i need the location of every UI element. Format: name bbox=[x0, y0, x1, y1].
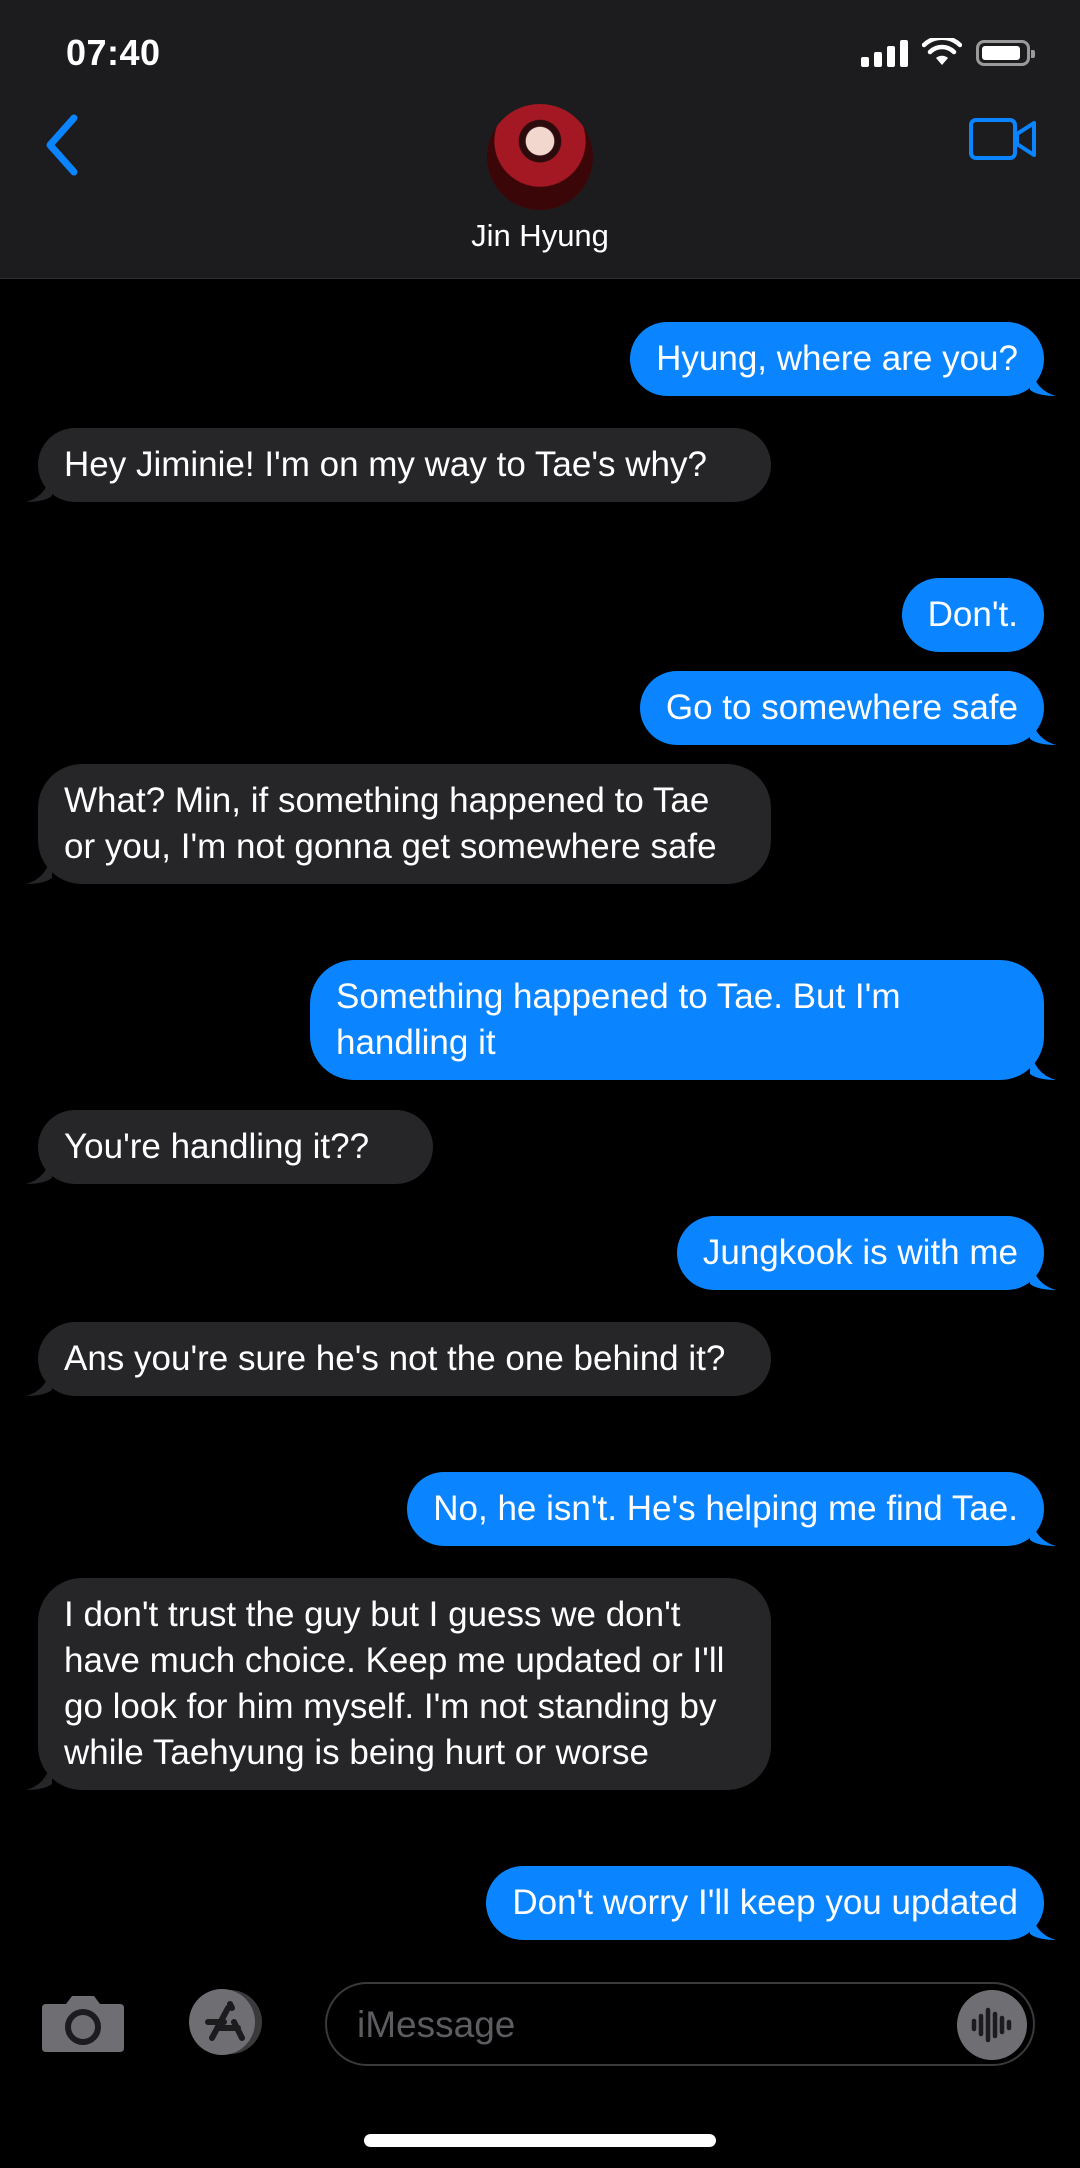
contact-name[interactable]: Jin Hyung bbox=[0, 218, 1080, 254]
message-bubble-sent[interactable]: Hyung, where are you? bbox=[630, 322, 1056, 396]
camera-icon[interactable] bbox=[40, 1990, 126, 2054]
status-time: 07:40 bbox=[66, 32, 161, 73]
audio-message-button[interactable] bbox=[957, 1990, 1027, 2060]
message-input-placeholder: iMessage bbox=[357, 2004, 516, 2045]
message-bubble-received[interactable]: Hey Jiminie! I'm on my way to Tae's why? bbox=[26, 428, 771, 502]
status-icons bbox=[861, 38, 1035, 68]
message-bubble-sent[interactable]: Don't worry I'll keep you updated bbox=[486, 1866, 1056, 1940]
message-bubble-received[interactable]: Ans you're sure he's not the one behind … bbox=[26, 1322, 771, 1396]
contact-avatar[interactable] bbox=[487, 104, 593, 210]
home-indicator[interactable] bbox=[364, 2134, 716, 2147]
message-bubble-sent[interactable]: Go to somewhere safe bbox=[639, 671, 1056, 745]
message-bubble-received[interactable]: I don't trust the guy but I guess we don… bbox=[26, 1578, 771, 1790]
message-input[interactable]: iMessage bbox=[325, 1982, 1035, 2066]
message-bubble-sent[interactable]: No, he isn't. He's helping me find Tae. bbox=[407, 1472, 1056, 1546]
cellular-signal-icon bbox=[861, 39, 908, 67]
back-chevron-icon[interactable] bbox=[38, 110, 88, 180]
message-bubble-sent[interactable]: Something happened to Tae. But I'm handl… bbox=[310, 960, 1056, 1080]
message-bubble-received[interactable]: What? Min, if something happened to Tae … bbox=[26, 764, 771, 884]
message-bubble-received[interactable]: You're handling it?? bbox=[26, 1110, 433, 1184]
message-bubble-sent[interactable]: Don't. bbox=[901, 578, 1044, 652]
waveform-icon bbox=[971, 2007, 1012, 2043]
conversation-header: 07:40 Jin Hyung bbox=[0, 0, 1080, 279]
battery-icon bbox=[976, 40, 1035, 66]
video-call-icon[interactable] bbox=[968, 114, 1038, 164]
message-bubble-sent[interactable]: Jungkook is with me bbox=[676, 1216, 1056, 1290]
compose-bar: iMessage bbox=[0, 1970, 1080, 2070]
app-store-icon[interactable] bbox=[178, 1986, 274, 2058]
wifi-icon bbox=[922, 38, 962, 65]
